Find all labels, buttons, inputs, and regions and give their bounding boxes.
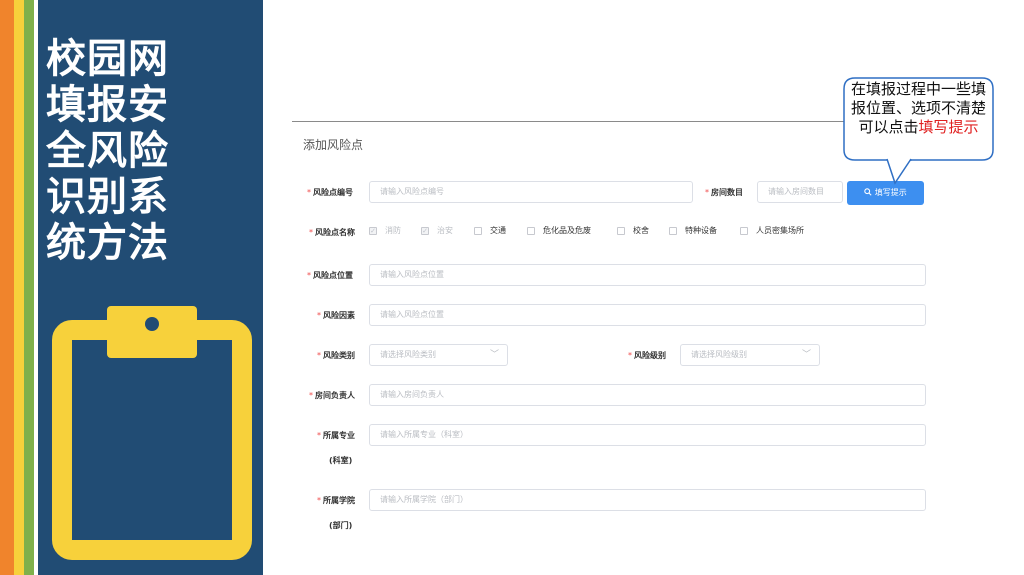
required-mark: * bbox=[317, 311, 321, 320]
checkbox-box bbox=[740, 226, 748, 235]
checkbox-label: 消防 bbox=[385, 226, 401, 235]
required-mark: * bbox=[705, 188, 709, 197]
checkbox-label: 人员密集场所 bbox=[756, 226, 804, 235]
checkbox-box bbox=[669, 226, 677, 235]
stripe-orange bbox=[0, 0, 14, 575]
checkbox-label: 治安 bbox=[437, 226, 453, 235]
checkbox-label: 交通 bbox=[490, 226, 506, 235]
stripe-green bbox=[24, 0, 34, 575]
checkbox-box bbox=[617, 226, 625, 235]
required-mark: * bbox=[317, 496, 321, 505]
required-mark: * bbox=[309, 391, 313, 400]
required-mark: * bbox=[307, 271, 311, 280]
room-owner-label-text: 房间负责人 bbox=[315, 391, 355, 400]
risk-factor-input[interactable]: 请输入风险点位置 bbox=[369, 304, 926, 326]
checkbox-box: ✓ bbox=[421, 226, 429, 235]
risk-code-input[interactable]: 请输入风险点编号 bbox=[369, 181, 693, 203]
risk-level-placeholder: 请选择风险级别 bbox=[691, 350, 747, 359]
checkbox-crowded-places[interactable]: 人员密集场所 bbox=[740, 225, 804, 236]
risk-factor-label: * 风险因素 bbox=[317, 310, 355, 321]
checkbox-traffic[interactable]: 交通 bbox=[474, 225, 506, 236]
section-divider bbox=[292, 121, 926, 122]
stripe-yellow bbox=[14, 0, 24, 575]
checkbox-box bbox=[527, 226, 535, 235]
required-mark: * bbox=[317, 351, 321, 360]
risk-level-label-text: 风险级别 bbox=[634, 351, 666, 360]
clipboard-icon bbox=[52, 302, 252, 564]
required-mark: * bbox=[628, 351, 632, 360]
risk-name-label-text: 风险点名称 bbox=[315, 228, 355, 237]
room-owner-label: * 房间负责人 bbox=[309, 390, 355, 401]
room-count-label: * 房间数目 bbox=[705, 187, 743, 198]
major-label: * 所属专业 bbox=[317, 430, 355, 441]
college-label-text: 所属学院 bbox=[323, 496, 355, 505]
checkbox-school-building[interactable]: 校舍 bbox=[617, 225, 649, 236]
college-input[interactable]: 请输入所属学院（部门） bbox=[369, 489, 926, 511]
risk-category-label-text: 风险类别 bbox=[323, 351, 355, 360]
checkbox-hazmat[interactable]: 危化品及危废 bbox=[527, 225, 591, 236]
slide-title: 校园网 填报安 全风险 识别系 统方法 bbox=[46, 36, 216, 266]
chevron-down-icon: ﹀ bbox=[801, 350, 811, 360]
risk-location-label: * 风险点位置 bbox=[307, 270, 353, 281]
risk-location-input[interactable]: 请输入风险点位置 bbox=[369, 264, 926, 286]
risk-category-placeholder: 请选择风险类别 bbox=[380, 350, 436, 359]
risk-level-select[interactable]: 请选择风险级别 ﹀ bbox=[680, 344, 820, 366]
callout-text: 在填报过程中一些填报位置、选项不清楚可以点击填写提示 bbox=[850, 80, 987, 137]
risk-factor-label-text: 风险因素 bbox=[323, 311, 355, 320]
title-line: 全风险 bbox=[46, 127, 169, 174]
risk-name-label: * 风险点名称 bbox=[309, 227, 355, 238]
room-owner-input[interactable]: 请输入房间负责人 bbox=[369, 384, 926, 406]
room-count-label-text: 房间数目 bbox=[711, 188, 743, 197]
required-mark: * bbox=[317, 431, 321, 440]
checkbox-label: 特种设备 bbox=[685, 226, 717, 235]
risk-category-select[interactable]: 请选择风险类别 ﹀ bbox=[369, 344, 508, 366]
room-count-input[interactable]: 请输入房间数目 bbox=[757, 181, 843, 203]
risk-code-label-text: 风险点编号 bbox=[313, 188, 353, 197]
search-icon bbox=[864, 188, 875, 197]
risk-category-label: * 风险类别 bbox=[317, 350, 355, 361]
callout-text-highlight: 填写提示 bbox=[918, 118, 979, 136]
checkbox-security[interactable]: ✓ 治安 bbox=[421, 225, 453, 236]
risk-location-label-text: 风险点位置 bbox=[313, 271, 353, 280]
chevron-down-icon: ﹀ bbox=[489, 350, 499, 360]
risk-code-label: * 风险点编号 bbox=[307, 187, 353, 198]
major-input[interactable]: 请输入所属专业（科室） bbox=[369, 424, 926, 446]
fill-hint-label: 填写提示 bbox=[874, 188, 907, 197]
title-line: 统方法 bbox=[46, 219, 169, 266]
checkbox-label: 危化品及危废 bbox=[543, 226, 591, 235]
required-mark: * bbox=[307, 188, 311, 197]
title-line: 填报安 bbox=[46, 81, 169, 128]
checkbox-label: 校舍 bbox=[633, 226, 649, 235]
college-label-sub: (部门) bbox=[329, 521, 353, 530]
major-label-text: 所属专业 bbox=[323, 431, 355, 440]
college-label: * 所属学院 bbox=[317, 495, 355, 506]
title-line: 识别系 bbox=[46, 173, 169, 220]
section-title: 添加风险点 bbox=[303, 138, 364, 152]
checkbox-special-equipment[interactable]: 特种设备 bbox=[669, 225, 717, 236]
title-line: 校园网 bbox=[46, 35, 169, 82]
checkbox-box: ✓ bbox=[369, 226, 377, 235]
required-mark: * bbox=[309, 228, 313, 237]
checkbox-fire[interactable]: ✓ 消防 bbox=[369, 225, 401, 236]
checkbox-box bbox=[474, 226, 482, 235]
risk-level-label: * 风险级别 bbox=[628, 350, 666, 361]
major-label-sub: (科室) bbox=[329, 456, 353, 465]
